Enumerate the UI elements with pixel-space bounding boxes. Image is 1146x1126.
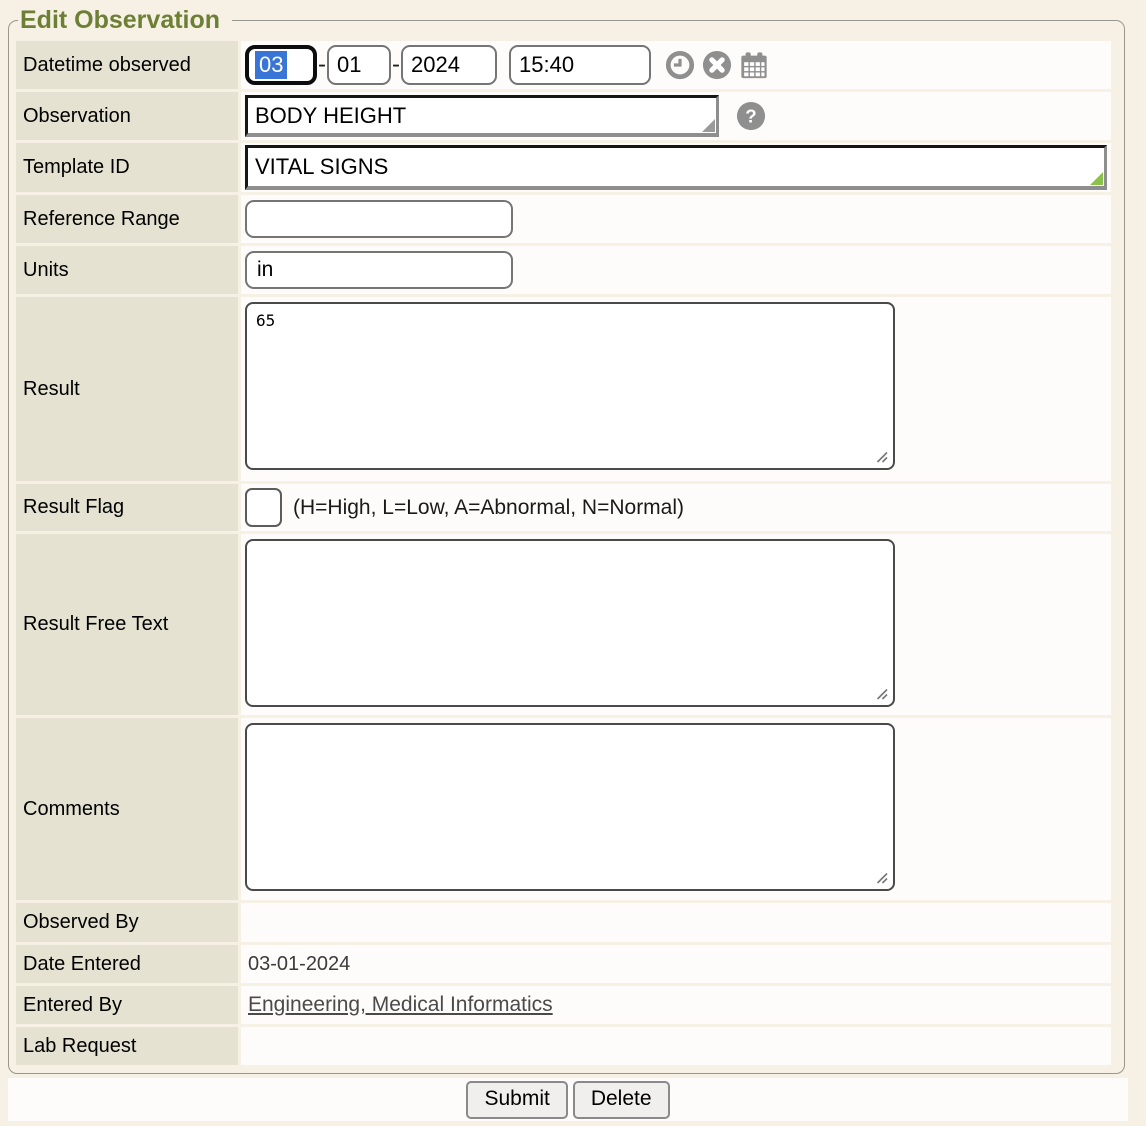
year-input[interactable] xyxy=(401,45,497,85)
date-separator: - xyxy=(392,51,400,79)
help-icon[interactable]: ? xyxy=(736,101,766,131)
date-entered-value: 03-01-2024 xyxy=(245,953,350,976)
row-result-flag: Result Flag (H=High, L=Low, A=Abnormal, … xyxy=(16,484,1111,531)
row-entered-by: Entered By Engineering, Medical Informat… xyxy=(16,986,1111,1024)
svg-text:?: ? xyxy=(745,106,756,127)
result-free-text-textarea[interactable] xyxy=(245,539,895,707)
units-label: Units xyxy=(16,246,238,294)
date-entered-label: Date Entered xyxy=(16,945,238,983)
row-observed-by: Observed By xyxy=(16,903,1111,942)
row-comments: Comments xyxy=(16,718,1111,900)
page: Edit Observation Datetime observed 03 - … xyxy=(0,0,1146,1121)
reference-range-input[interactable] xyxy=(245,200,513,238)
calendar-icon[interactable] xyxy=(739,50,769,80)
date-separator: - xyxy=(318,51,326,79)
edit-observation-fieldset: Edit Observation Datetime observed 03 - … xyxy=(8,6,1125,1074)
lab-request-label: Lab Request xyxy=(16,1027,238,1065)
row-template-id: Template ID xyxy=(16,143,1111,192)
template-id-input[interactable] xyxy=(245,145,1107,190)
day-input[interactable] xyxy=(327,45,391,85)
clear-icon[interactable] xyxy=(702,50,732,80)
row-lab-request: Lab Request xyxy=(16,1027,1111,1065)
reference-range-label: Reference Range xyxy=(16,195,238,243)
month-input-selected-text: 03 xyxy=(255,51,287,79)
row-result-free-text: Result Free Text xyxy=(16,534,1111,715)
comments-textarea[interactable] xyxy=(245,723,895,891)
row-date-entered: Date Entered 03-01-2024 xyxy=(16,945,1111,983)
delete-button[interactable]: Delete xyxy=(573,1081,670,1119)
comments-label: Comments xyxy=(16,718,238,900)
result-flag-input[interactable] xyxy=(245,488,282,527)
observed-by-label: Observed By xyxy=(16,903,238,942)
clock-icon[interactable] xyxy=(665,50,695,80)
result-flag-hint: (H=High, L=Low, A=Abnormal, N=Normal) xyxy=(293,496,684,520)
entered-by-label: Entered By xyxy=(16,986,238,1024)
row-result: Result 65 xyxy=(16,297,1111,481)
datetime-observed-label: Datetime observed xyxy=(16,41,238,89)
row-observation: Observation ? xyxy=(16,92,1111,140)
resize-corner-icon xyxy=(1090,172,1103,185)
submit-button[interactable]: Submit xyxy=(466,1081,567,1119)
result-flag-label: Result Flag xyxy=(16,484,238,531)
page-title: Edit Observation xyxy=(18,6,232,35)
observation-label: Observation xyxy=(16,92,238,140)
row-datetime-observed: Datetime observed 03 - - xyxy=(16,41,1111,89)
template-id-label: Template ID xyxy=(16,143,238,192)
row-units: Units xyxy=(16,246,1111,294)
result-textarea[interactable]: 65 xyxy=(245,302,895,470)
result-free-text-label: Result Free Text xyxy=(16,534,238,715)
month-input[interactable]: 03 xyxy=(245,45,317,85)
resize-corner-icon xyxy=(702,119,715,132)
observation-input[interactable] xyxy=(245,95,719,137)
time-input[interactable] xyxy=(509,45,651,85)
row-reference-range: Reference Range xyxy=(16,195,1111,243)
observation-form: Datetime observed 03 - - xyxy=(16,41,1111,1065)
entered-by-link[interactable]: Engineering, Medical Informatics xyxy=(245,993,553,1017)
form-actions: Submit Delete xyxy=(8,1078,1128,1121)
result-label: Result xyxy=(16,297,238,481)
units-input[interactable] xyxy=(245,251,513,289)
